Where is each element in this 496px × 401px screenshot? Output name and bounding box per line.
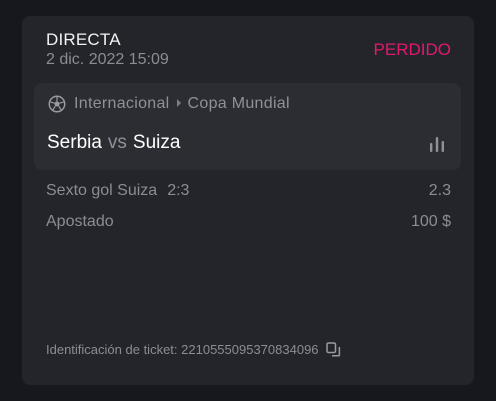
bar-chart-icon[interactable] — [429, 137, 445, 152]
breadcrumb-separator-icon — [176, 99, 181, 108]
stake-label: Apostado — [46, 213, 114, 230]
bet-type: DIRECTA — [46, 30, 121, 49]
selection-score: 2:3 — [167, 182, 190, 199]
vs-label: vs — [107, 132, 127, 153]
breadcrumb: Internacional Copa Mundial — [74, 95, 290, 113]
selection-market: Sexto gol Suiza — [46, 182, 158, 199]
ticket-label: Identificación de ticket: — [46, 342, 178, 357]
bet-status-badge: PERDIDO — [373, 40, 451, 59]
event-panel[interactable]: Internacional Copa Mundial Serbia vs Suiza — [34, 83, 461, 170]
selection-row: Sexto gol Suiza 2:3 2.3 — [46, 182, 451, 200]
bet-date: 2 dic. 2022 15:09 — [46, 51, 169, 68]
selection-market-group: Sexto gol Suiza 2:3 — [46, 182, 189, 200]
home-team: Serbia — [47, 132, 102, 153]
soccer-ball-icon — [48, 95, 66, 113]
breadcrumb-category[interactable]: Internacional — [74, 95, 170, 112]
bet-card: DIRECTA 2 dic. 2022 15:09 PERDIDO Intern… — [22, 16, 474, 385]
stake-row: Apostado 100 $ — [46, 213, 451, 231]
breadcrumb-tournament[interactable]: Copa Mundial — [188, 95, 290, 112]
ticket-id-row: Identificación de ticket: 22105550953708… — [46, 342, 341, 357]
selection-odds: 2.3 — [428, 182, 451, 199]
stake-amount: 100 $ — [410, 213, 451, 230]
copy-icon[interactable] — [325, 342, 341, 357]
away-team: Suiza — [132, 132, 181, 153]
match-title[interactable]: Serbia vs Suiza — [47, 132, 180, 154]
ticket-id: 2210555095370834096 — [181, 342, 319, 357]
